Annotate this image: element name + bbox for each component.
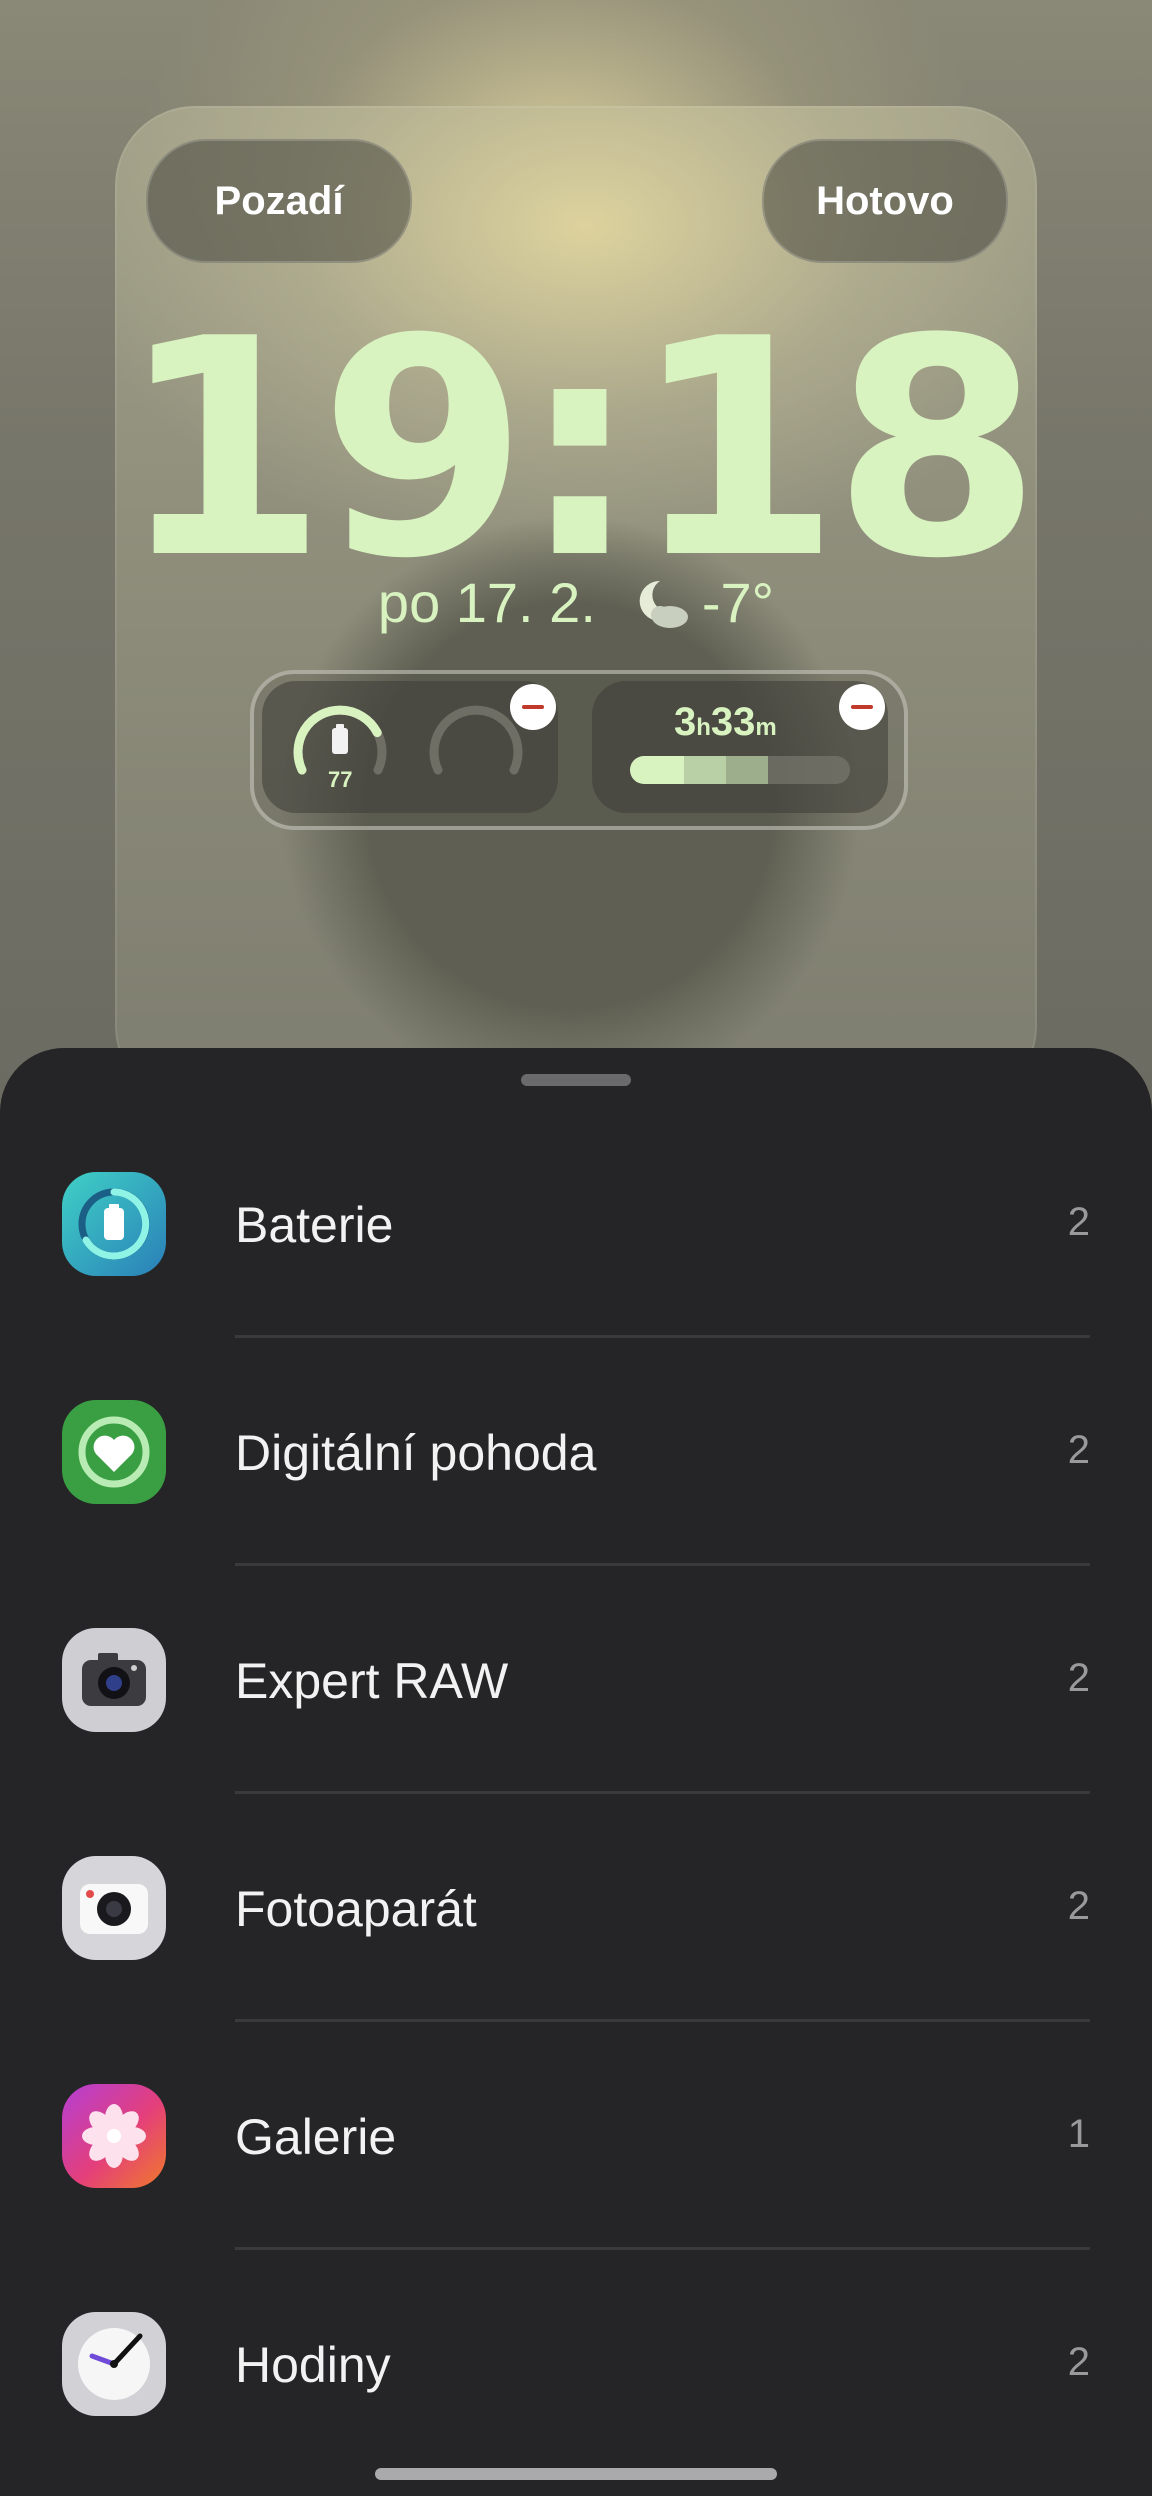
screen-time-minutes: 33 [710,700,756,744]
bar-segment [684,756,726,784]
minus-icon [851,705,873,709]
list-item-count: 1 [1067,2112,1090,2156]
bar-segment [630,756,684,784]
list-item-label: Digitální pohoda [235,1425,597,1481]
list-item-count: 2 [1067,2340,1090,2384]
minus-icon [522,705,544,709]
list-item-hodiny[interactable]: Hodiny 2 [0,2250,1152,2478]
list-item-count: 2 [1067,1200,1090,1244]
expert-raw-icon [62,1628,166,1732]
list-item-label: Expert RAW [235,1653,509,1709]
camera-icon [62,1856,166,1960]
background-button[interactable]: Pozadí [146,139,412,263]
gallery-icon [62,2084,166,2188]
list-item-expert-raw[interactable]: Expert RAW 2 [0,1566,1152,1794]
digital-wellbeing-icon [62,1400,166,1504]
list-item-count: 2 [1067,1656,1090,1700]
list-item-count: 2 [1067,1884,1090,1928]
list-item-count: 2 [1067,1428,1090,1472]
remove-battery-widget-button[interactable] [510,684,556,730]
screen-time-m-unit: m [755,714,777,741]
list-item-digitalni-pohoda[interactable]: Digitální pohoda 2 [0,1338,1152,1566]
list-item-galerie[interactable]: Galerie 1 [0,2022,1152,2250]
lockscreen-temperature: -7° [701,571,775,634]
list-item-label: Galerie [235,2109,397,2165]
clock-app-icon [62,2312,166,2416]
bar-segment [726,756,768,784]
done-button[interactable]: Hotovo [762,139,1008,263]
screen-time-value: 3h33m [674,700,777,745]
battery-app-icon [62,1172,166,1276]
remove-screen-time-widget-button[interactable] [839,684,885,730]
lockscreen-date: po 17. 2. [377,571,596,634]
gesture-navigation-bar[interactable] [375,2468,777,2480]
screen-time-h-unit: h [696,714,711,741]
screen-time-bar [630,756,850,784]
lockscreen-clock[interactable]: 19:18 [0,300,1152,600]
list-item-fotoaparat[interactable]: Fotoaparát 2 [0,1794,1152,2022]
list-item-label: Fotoaparát [235,1881,477,1937]
battery-level-value: 77 [328,767,353,792]
date-weather-line: po 17. 2. -7° [0,570,1152,635]
list-item-label: Hodiny [235,2337,391,2393]
weather-info: -7° [630,570,774,635]
sheet-drag-handle[interactable] [521,1074,631,1086]
list-item-label: Baterie [235,1197,394,1253]
moon-cloud-icon [639,580,688,628]
screen-time-hours: 3 [674,700,697,744]
list-item-baterie[interactable]: Baterie 2 [0,1110,1152,1338]
